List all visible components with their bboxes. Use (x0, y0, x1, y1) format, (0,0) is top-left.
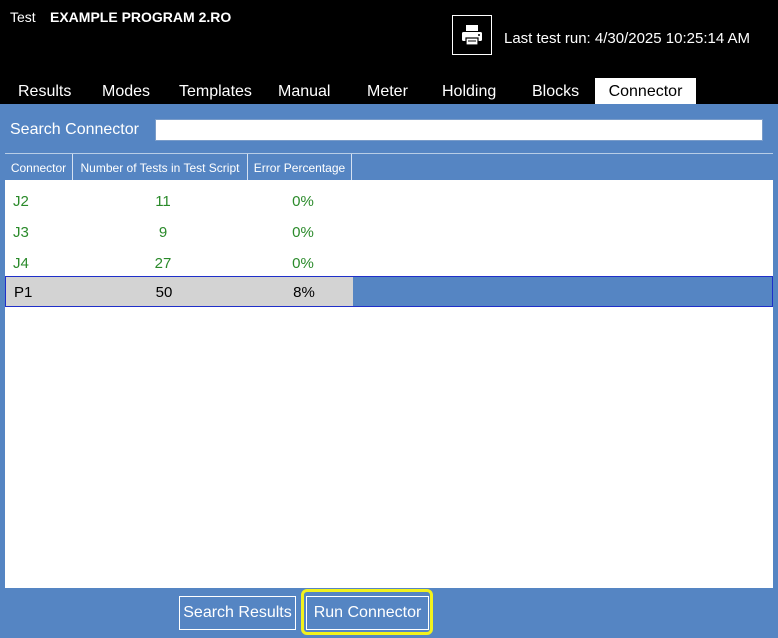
table-row-selected[interactable]: P1 50 8% (5, 276, 773, 307)
tests-cell: 9 (158, 224, 168, 241)
last-test-run: Last test run: 4/30/2025 10:25:14 AM (504, 30, 751, 47)
tab-connector[interactable]: Connector (595, 78, 696, 104)
tab-blocks[interactable]: Blocks (532, 78, 579, 104)
tests-cell: 11 (155, 193, 171, 210)
search-connector-label: Search Connector (10, 121, 139, 138)
tab-holding[interactable]: Holding (442, 78, 496, 104)
tab-results[interactable]: Results (18, 78, 71, 104)
table-header: Connector Number of Tests in Test Script… (5, 153, 773, 180)
tests-cell: 27 (154, 255, 172, 272)
error-cell: 8% (293, 284, 315, 301)
search-connector-input[interactable] (155, 119, 763, 141)
table-row[interactable]: J3 9 0% (5, 216, 773, 247)
tab-bar: Results Modes Templates Manual Meter Hol… (0, 78, 778, 104)
tab-templates[interactable]: Templates (179, 78, 252, 104)
error-cell: 0% (292, 255, 314, 272)
connector-panel: Search Connector Connector Number of Tes… (0, 104, 778, 638)
error-cell: 0% (292, 224, 314, 241)
connector-table: Connector Number of Tests in Test Script… (5, 153, 773, 588)
app-prefix: Test (10, 9, 36, 25)
table-row[interactable]: J4 27 0% (5, 247, 773, 278)
column-header-error-percentage[interactable]: Error Percentage (248, 154, 352, 180)
tab-meter[interactable]: Meter (367, 78, 408, 104)
run-connector-button[interactable]: Run Connector (306, 596, 429, 630)
connector-cell: J3 (13, 224, 29, 241)
table-row[interactable]: J2 11 0% (5, 185, 773, 216)
connector-cell: J2 (13, 193, 29, 210)
tab-modes[interactable]: Modes (102, 78, 150, 104)
connector-cell: P1 (14, 284, 33, 301)
column-header-number-of-tests[interactable]: Number of Tests in Test Script (73, 154, 248, 180)
tab-manual[interactable]: Manual (278, 78, 330, 104)
column-header-connector[interactable]: Connector (5, 154, 73, 180)
error-cell: 0% (292, 193, 314, 210)
tests-cell: 50 (155, 284, 173, 301)
search-results-button[interactable]: Search Results (179, 596, 296, 630)
printer-icon (462, 25, 482, 46)
print-button[interactable] (452, 15, 492, 55)
program-name: EXAMPLE PROGRAM 2.RO (50, 9, 232, 25)
connector-cell: J4 (13, 255, 29, 272)
title-bar: Test EXAMPLE PROGRAM 2.RO Last test run:… (0, 0, 778, 78)
